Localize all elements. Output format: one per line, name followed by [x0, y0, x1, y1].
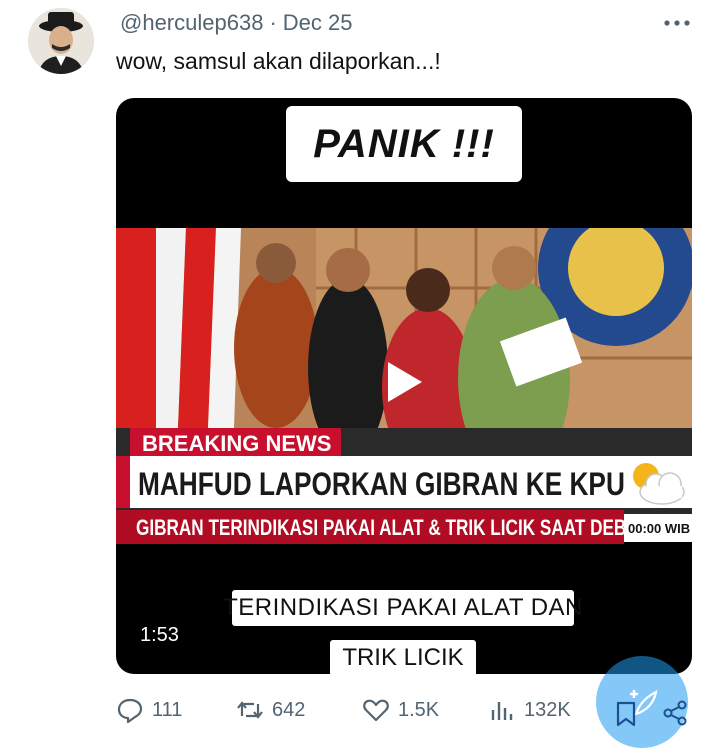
- tweet-date[interactable]: Dec 25: [283, 10, 353, 35]
- views-count: 132K: [524, 698, 571, 721]
- news-clock: 00:00 WIB: [624, 514, 692, 542]
- headline-text: MAHFUD LAPORKAN GIBRAN KE KPU: [138, 466, 625, 502]
- views-icon: [491, 702, 513, 720]
- tweet-text: wow, samsul akan dilaporkan...!: [116, 48, 441, 74]
- breaking-news-label: BREAKING NEWS: [130, 428, 342, 459]
- reply-icon: [117, 698, 143, 724]
- like-button[interactable]: 1.5K: [362, 696, 439, 724]
- more-icon[interactable]: [662, 14, 692, 32]
- user-handle[interactable]: @herculep638: [120, 10, 263, 35]
- bookmark-icon[interactable]: [614, 700, 638, 728]
- video-caption-line2: TRIK LICIK: [330, 640, 476, 674]
- share-icon[interactable]: [662, 700, 688, 726]
- tweet-media-video[interactable]: PANIK !!! BREAKING NEWS MAHFUD LAPORKAN …: [116, 98, 692, 674]
- video-caption-line1: TERINDIKASI PAKAI ALAT DAN: [223, 590, 582, 626]
- reply-button[interactable]: 111: [116, 696, 182, 724]
- weather-icon: [633, 463, 685, 505]
- reply-count: 111: [152, 698, 183, 721]
- video-duration: 1:53: [140, 624, 179, 646]
- overlay-top-text: PANIK !!!: [286, 106, 522, 182]
- play-icon[interactable]: [384, 360, 424, 404]
- subline-text: GIBRAN TERINDIKASI PAKAI ALAT & TRIK LIC…: [136, 515, 648, 540]
- separator: ·: [269, 10, 277, 35]
- views-button[interactable]: 132K: [488, 696, 571, 724]
- tweet-header: @herculep638 · Dec 25: [120, 10, 352, 36]
- repost-count: 642: [272, 698, 306, 721]
- tweet: @herculep638 · Dec 25 wow, samsul akan dil…: [0, 0, 720, 755]
- like-count: 1.5K: [398, 698, 440, 721]
- like-icon: [363, 699, 389, 722]
- repost-button[interactable]: 642: [236, 696, 305, 724]
- avatar[interactable]: [28, 8, 94, 74]
- repost-icon: [237, 701, 263, 719]
